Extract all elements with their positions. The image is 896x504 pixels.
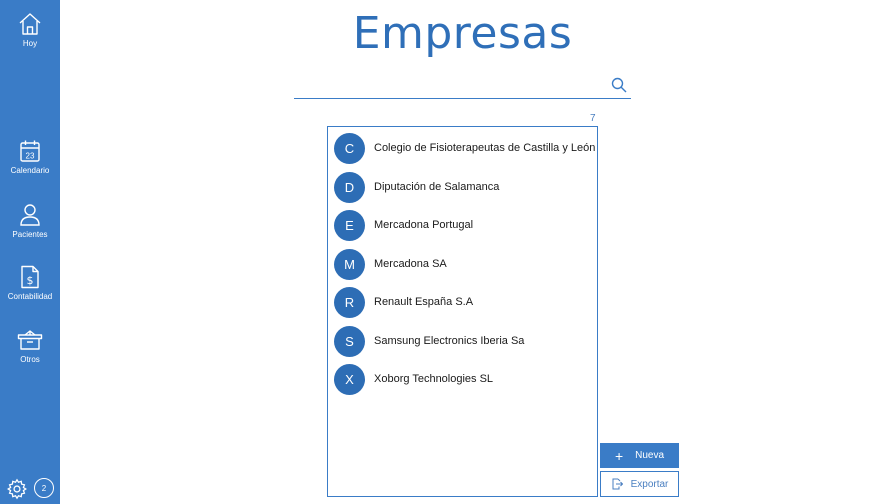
company-name: Mercadona Portugal bbox=[374, 219, 474, 231]
company-name: Renault España S.A bbox=[374, 296, 474, 308]
avatar: D bbox=[334, 171, 365, 203]
list-item[interactable]: X Xoborg Technologies SL bbox=[334, 363, 596, 395]
company-name: Samsung Electronics Iberia Sa bbox=[374, 335, 525, 347]
list-item[interactable]: R Renault España S.A bbox=[334, 286, 596, 318]
list-item[interactable]: E Mercadona Portugal bbox=[334, 209, 596, 241]
home-icon bbox=[19, 13, 41, 35]
notification-badge[interactable]: 2 bbox=[34, 478, 54, 498]
sidebar-item-label: Contabilidad bbox=[7, 292, 53, 301]
sidebar-item-label: Calendario bbox=[10, 166, 50, 175]
company-name: Xoborg Technologies SL bbox=[374, 373, 494, 385]
list-item[interactable]: D Diputación de Salamanca bbox=[334, 171, 596, 203]
list-item[interactable]: M Mercadona SA bbox=[334, 248, 596, 280]
new-company-button[interactable]: + Nueva bbox=[600, 443, 679, 468]
sidebar-item-otros[interactable]: Otros bbox=[0, 328, 60, 364]
search-input[interactable] bbox=[294, 72, 599, 98]
page-title: Empresas bbox=[352, 8, 573, 59]
export-label: Exportar bbox=[630, 478, 669, 490]
search-bar bbox=[294, 72, 631, 99]
invoice-dollar-icon: $ bbox=[21, 265, 39, 289]
sidebar-item-contabilidad[interactable]: $ Contabilidad bbox=[0, 265, 60, 301]
box-icon bbox=[17, 330, 43, 350]
calendar-icon-date: 23 bbox=[26, 152, 35, 161]
sidebar-item-hoy[interactable]: Hoy bbox=[0, 12, 60, 48]
sidebar-item-label: Otros bbox=[20, 355, 40, 364]
company-name: Colegio de Fisioterapeutas de Castilla y… bbox=[374, 142, 596, 154]
avatar: M bbox=[334, 248, 365, 280]
list-item[interactable]: S Samsung Electronics Iberia Sa bbox=[334, 325, 596, 357]
person-icon bbox=[20, 204, 40, 226]
calendar-icon: 23 bbox=[20, 140, 40, 162]
new-company-label: Nueva bbox=[635, 450, 665, 461]
search-icon[interactable] bbox=[611, 77, 627, 93]
company-list: C Colegio de Fisioterapeutas de Castilla… bbox=[327, 126, 598, 497]
avatar: X bbox=[334, 363, 365, 395]
company-name: Mercadona SA bbox=[374, 258, 447, 270]
sidebar-item-pacientes[interactable]: Pacientes bbox=[0, 203, 60, 239]
list-item[interactable]: C Colegio de Fisioterapeutas de Castilla… bbox=[334, 132, 596, 164]
export-icon bbox=[612, 478, 623, 490]
gear-icon bbox=[7, 478, 27, 500]
sidebar-item-calendario[interactable]: 23 Calendario bbox=[0, 139, 60, 175]
avatar: C bbox=[334, 132, 365, 164]
avatar: E bbox=[334, 209, 365, 241]
company-name: Diputación de Salamanca bbox=[374, 181, 500, 193]
sidebar-item-label: Pacientes bbox=[12, 230, 48, 239]
result-count: 7 bbox=[590, 113, 596, 124]
plus-icon: + bbox=[614, 447, 624, 464]
avatar: R bbox=[334, 286, 365, 318]
sidebar-item-label: Hoy bbox=[22, 39, 38, 48]
settings-button[interactable] bbox=[6, 478, 28, 500]
avatar: S bbox=[334, 325, 365, 357]
export-button[interactable]: Exportar bbox=[600, 471, 679, 497]
dollar-glyph: $ bbox=[27, 274, 34, 287]
sidebar: Hoy 23 Calendario Pacientes $ Contabilid… bbox=[0, 0, 60, 504]
